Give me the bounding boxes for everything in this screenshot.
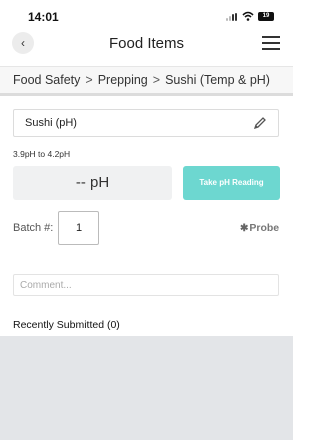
status-time: 14:01 (28, 10, 59, 24)
wifi-icon (242, 11, 254, 21)
breadcrumb-separator: > (85, 73, 93, 87)
breadcrumb: Food Safety > Prepping > Sushi (Temp & pH) (0, 66, 293, 96)
page-title: Food Items (108, 35, 185, 52)
comment-input[interactable]: Comment... (13, 274, 279, 296)
item-name: Sushi (pH) (25, 117, 77, 129)
recent-submissions-panel (0, 336, 293, 440)
pencil-icon[interactable] (252, 115, 268, 131)
breadcrumb-separator: > (152, 73, 161, 87)
probe-button[interactable]: ✱Probe (240, 222, 279, 234)
batch-number-input[interactable]: 1 (58, 211, 99, 245)
breadcrumb-item[interactable]: Food Safety (13, 73, 80, 87)
battery-icon: 19 (258, 12, 274, 21)
signal-icon (226, 13, 240, 21)
breadcrumb-item[interactable]: Prepping (98, 73, 148, 87)
status-bar: 14:01 19 (0, 0, 293, 26)
ph-range-text: 3.9pH to 4.2pH (13, 149, 71, 159)
bluetooth-off-icon: ✱ (240, 223, 249, 234)
nav-bar: ‹ Food Items (0, 26, 293, 66)
ph-reading-display: -- pH (13, 166, 172, 200)
breadcrumb-item[interactable]: Sushi (Temp & pH) (165, 73, 270, 87)
hamburger-menu-icon[interactable] (262, 36, 280, 50)
item-name-field[interactable]: Sushi (pH) (13, 109, 279, 137)
probe-label: Probe (249, 222, 280, 234)
batch-label: Batch #: (13, 222, 54, 234)
take-ph-reading-button[interactable]: Take pH Reading (183, 166, 280, 200)
recently-submitted-heading: Recently Submitted (0) (13, 319, 120, 331)
